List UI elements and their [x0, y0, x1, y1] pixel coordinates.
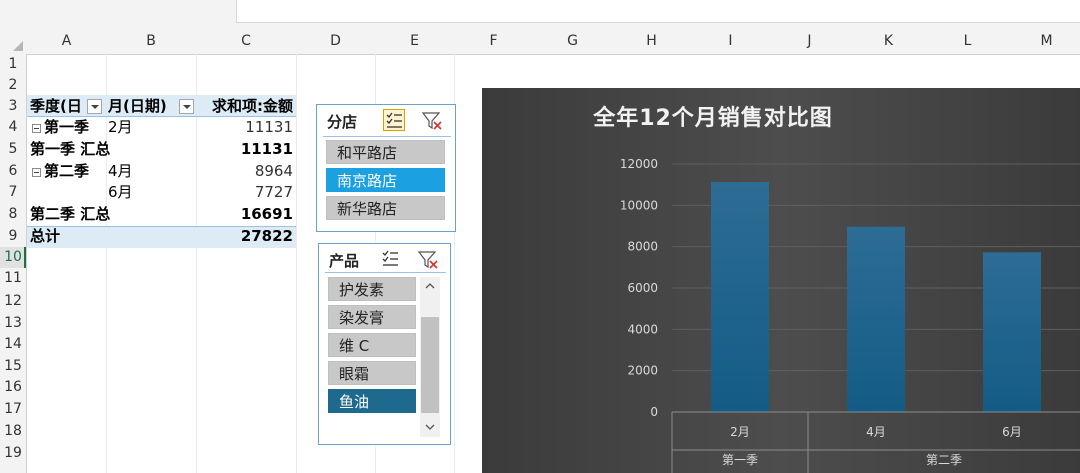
row-header-10[interactable]: 10 — [0, 247, 26, 268]
clear-filter-icon[interactable] — [417, 249, 439, 271]
row-header-1[interactable]: 1 — [0, 54, 26, 75]
column-header-j[interactable]: J — [770, 28, 849, 54]
chart-plot-area: 0 2000 4000 6000 8000 10000 12000 2月 4月 6月第一季 第二季 — [620, 157, 1080, 473]
pivot-subtotal-amount: 11131 — [240, 140, 293, 158]
pivot-row-quarter: 第一季 — [44, 118, 90, 136]
month-filter-dropdown[interactable] — [179, 99, 194, 114]
slicer-item-product-4[interactable]: 眼霜 — [328, 361, 416, 385]
y-tick-label: 4000 — [627, 322, 658, 336]
pivot-row-amount: 11131 — [245, 118, 293, 136]
formula-bar-area — [0, 0, 1080, 28]
sales-chart[interactable]: 全年12个月销售对比图 0 2000 4000 6000 8000 10000 12000 2… — [482, 88, 1080, 473]
product-slicer[interactable]: 产品 护发素 染发膏 维 C 眼霜 鱼油 — [318, 243, 451, 445]
column-header-a[interactable]: A — [27, 28, 106, 54]
row-header-13[interactable]: 13 — [0, 313, 26, 334]
x-group-label: 第一季 — [722, 453, 758, 467]
pivot-row-month: 4月 — [108, 162, 133, 180]
pivot-subtotal-label: 第二季 汇总 — [30, 205, 111, 223]
y-tick-label: 0 — [650, 405, 658, 419]
quarter-filter-dropdown[interactable] — [87, 99, 102, 114]
formula-bar[interactable] — [236, 0, 1080, 23]
y-tick-label: 2000 — [627, 364, 658, 378]
slicer-scrollbar[interactable] — [420, 277, 440, 437]
x-tick-label: 6月 — [1002, 425, 1022, 439]
store-slicer-title: 分店 — [327, 113, 358, 131]
slicer-item-store-1[interactable]: 和平路店 — [326, 140, 445, 164]
row-header-5[interactable]: 5 — [0, 139, 26, 160]
slicer-item-product-2[interactable]: 染发膏 — [328, 305, 416, 329]
row-header-17[interactable]: 17 — [0, 399, 26, 420]
pivot-header-amount: 求和项:金额 — [212, 97, 293, 115]
y-tick-label: 10000 — [620, 198, 658, 212]
row-header-18[interactable]: 18 — [0, 421, 26, 442]
slicer-item-store-3[interactable]: 新华路店 — [326, 196, 445, 220]
scroll-up-icon[interactable] — [425, 283, 435, 289]
row-header-8[interactable]: 8 — [0, 204, 26, 225]
row-header-14[interactable]: 14 — [0, 334, 26, 355]
column-header-k[interactable]: K — [849, 28, 928, 54]
pivot-header-month: 月(日期) — [108, 97, 167, 115]
slicer-item-product-1[interactable]: 护发素 — [328, 277, 416, 301]
x-group-label: 第二季 — [926, 453, 962, 467]
pivot-row-amount: 7727 — [254, 183, 293, 201]
column-header-h[interactable]: H — [612, 28, 691, 54]
row-header-2[interactable]: 2 — [0, 75, 26, 96]
column-header-f[interactable]: F — [454, 28, 533, 54]
collapse-q2-toggle[interactable] — [32, 168, 41, 177]
pivot-row-amount: 8964 — [254, 162, 293, 180]
column-header-c[interactable]: C — [196, 28, 296, 54]
pivot-grand-total-amount: 27822 — [240, 227, 293, 245]
bar — [711, 181, 769, 412]
y-tick-label: 6000 — [627, 281, 658, 295]
slicer-item-product-5[interactable]: 鱼油 — [328, 389, 416, 413]
column-header-l[interactable]: L — [928, 28, 1007, 54]
row-header-6[interactable]: 6 — [0, 161, 26, 182]
scroll-down-icon[interactable] — [425, 424, 435, 430]
bar — [983, 252, 1041, 412]
pivot-subtotal-label: 第一季 汇总 — [30, 140, 111, 158]
column-header-b[interactable]: B — [106, 28, 196, 54]
row-header-7[interactable]: 7 — [0, 182, 26, 203]
multi-select-icon[interactable] — [380, 248, 402, 270]
pivot-row-quarter: 第二季 — [44, 162, 90, 180]
pivot-row-month: 6月 — [108, 183, 133, 201]
slicer-item-product-3[interactable]: 维 C — [328, 333, 416, 357]
pivot-row-month: 2月 — [108, 118, 133, 136]
product-slicer-title: 产品 — [329, 252, 360, 270]
collapse-q1-toggle[interactable] — [32, 124, 41, 133]
bar — [847, 226, 905, 412]
row-header-4[interactable]: 4 — [0, 117, 26, 138]
slicer-item-store-2[interactable]: 南京路店 — [326, 168, 445, 192]
slicer-title-divider — [323, 136, 451, 137]
clear-filter-icon[interactable] — [421, 110, 443, 132]
row-header-11[interactable]: 11 — [0, 268, 26, 289]
row-header-12[interactable]: 12 — [0, 291, 26, 312]
row-header-15[interactable]: 15 — [0, 356, 26, 377]
column-header-i[interactable]: I — [691, 28, 770, 54]
slicer-title-divider — [325, 272, 446, 273]
store-slicer[interactable]: 分店 和平路店 南京路店 新华路店 — [316, 104, 456, 232]
y-tick-label: 8000 — [627, 240, 658, 254]
column-header-e[interactable]: E — [375, 28, 454, 54]
select-all-corner[interactable] — [0, 28, 26, 54]
pivot-grand-total-label: 总计 — [30, 227, 61, 245]
column-header-m[interactable]: M — [1007, 28, 1080, 54]
row-header-19[interactable]: 19 — [0, 443, 26, 464]
row-header-3[interactable]: 3 — [0, 96, 26, 117]
multi-select-icon[interactable] — [383, 109, 405, 131]
row-header-16[interactable]: 16 — [0, 377, 26, 398]
column-header-d[interactable]: D — [296, 28, 375, 54]
pivot-subtotal-amount: 16691 — [240, 205, 293, 223]
column-header-g[interactable]: G — [533, 28, 612, 54]
scrollbar-thumb[interactable] — [421, 317, 439, 413]
pivot-header-quarter: 季度(日 — [30, 97, 82, 115]
grid-divider — [296, 54, 297, 473]
x-tick-label: 2月 — [730, 425, 750, 439]
column-header-row: A B C D E F G H I J K L M — [0, 28, 1080, 55]
y-tick-label: 12000 — [620, 157, 658, 171]
x-tick-label: 4月 — [866, 425, 886, 439]
row-header-9[interactable]: 9 — [0, 226, 26, 247]
